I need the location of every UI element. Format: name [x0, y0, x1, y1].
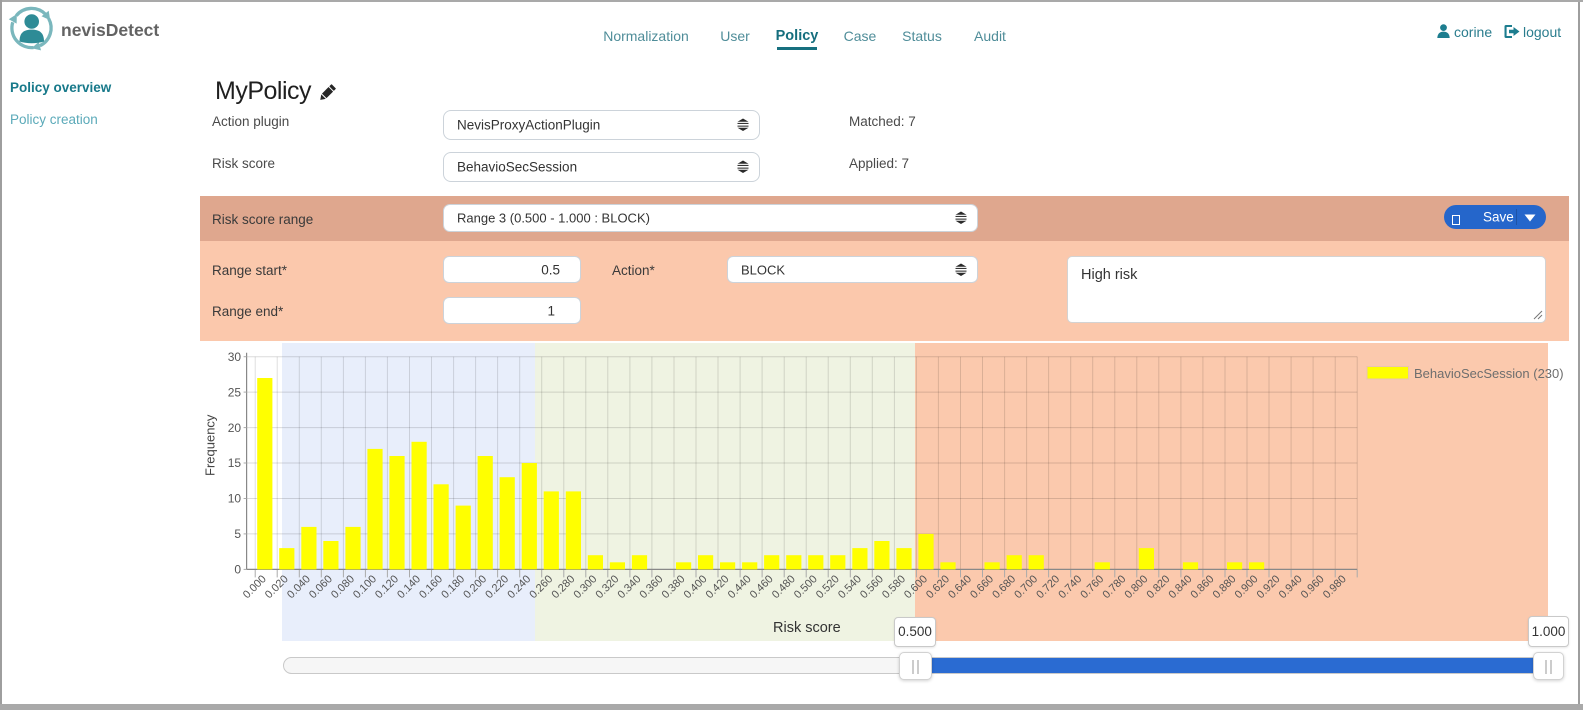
svg-text:0.360: 0.360: [638, 573, 666, 601]
svg-text:10: 10: [228, 492, 242, 506]
svg-text:20: 20: [228, 421, 242, 435]
svg-text:0.140: 0.140: [395, 573, 423, 601]
svg-text:0.380: 0.380: [660, 573, 688, 601]
svg-text:0.720: 0.720: [1034, 573, 1062, 601]
svg-text:0.540: 0.540: [836, 573, 864, 601]
svg-text:15: 15: [228, 456, 242, 470]
svg-text:0.560: 0.560: [858, 573, 886, 601]
svg-text:0.480: 0.480: [770, 573, 798, 601]
svg-text:0.300: 0.300: [571, 573, 599, 601]
svg-text:0.460: 0.460: [748, 573, 776, 601]
svg-text:0.860: 0.860: [1189, 573, 1217, 601]
svg-text:0.400: 0.400: [682, 573, 710, 601]
svg-text:0.640: 0.640: [946, 573, 974, 601]
svg-text:0.100: 0.100: [351, 573, 379, 601]
svg-text:0.120: 0.120: [373, 573, 401, 601]
svg-text:0.040: 0.040: [285, 573, 313, 601]
svg-text:0.420: 0.420: [704, 573, 732, 601]
svg-text:0.980: 0.980: [1321, 573, 1349, 601]
svg-text:0.960: 0.960: [1299, 573, 1327, 601]
svg-text:0.920: 0.920: [1255, 573, 1283, 601]
svg-text:0.320: 0.320: [593, 573, 621, 601]
svg-text:0.680: 0.680: [990, 573, 1018, 601]
svg-text:25: 25: [228, 385, 242, 399]
svg-text:0.240: 0.240: [505, 573, 533, 601]
svg-text:0.500: 0.500: [792, 573, 820, 601]
svg-text:0.440: 0.440: [726, 573, 754, 601]
svg-text:0.740: 0.740: [1056, 573, 1084, 601]
svg-text:0.900: 0.900: [1233, 573, 1261, 601]
svg-text:0.780: 0.780: [1100, 573, 1128, 601]
svg-text:0.700: 0.700: [1012, 573, 1040, 601]
svg-text:0.760: 0.760: [1078, 573, 1106, 601]
svg-text:0.620: 0.620: [924, 573, 952, 601]
svg-text:0.060: 0.060: [307, 573, 335, 601]
svg-text:0.220: 0.220: [483, 573, 511, 601]
svg-text:0.020: 0.020: [263, 573, 291, 601]
svg-text:0.580: 0.580: [880, 573, 908, 601]
svg-text:0.160: 0.160: [417, 573, 445, 601]
svg-text:0.080: 0.080: [329, 573, 357, 601]
svg-text:0.200: 0.200: [461, 573, 489, 601]
svg-text:0.000: 0.000: [241, 573, 269, 601]
svg-text:0.520: 0.520: [814, 573, 842, 601]
svg-text:0.180: 0.180: [439, 573, 467, 601]
svg-text:0.340: 0.340: [616, 573, 644, 601]
svg-text:0.820: 0.820: [1144, 573, 1172, 601]
svg-text:30: 30: [228, 350, 242, 364]
svg-text:0.600: 0.600: [902, 573, 930, 601]
svg-text:0.280: 0.280: [549, 573, 577, 601]
svg-text:0.840: 0.840: [1167, 573, 1195, 601]
svg-text:0: 0: [234, 563, 241, 577]
svg-text:Risk score: Risk score: [773, 620, 841, 636]
svg-text:5: 5: [234, 527, 241, 541]
svg-text:0.260: 0.260: [527, 573, 555, 601]
svg-text:Frequency: Frequency: [203, 414, 218, 476]
svg-text:BehavioSecSession (230): BehavioSecSession (230): [1414, 366, 1564, 381]
svg-text:0.660: 0.660: [968, 573, 996, 601]
svg-text:0.800: 0.800: [1122, 573, 1150, 601]
svg-text:0.880: 0.880: [1211, 573, 1239, 601]
svg-text:0.940: 0.940: [1277, 573, 1305, 601]
